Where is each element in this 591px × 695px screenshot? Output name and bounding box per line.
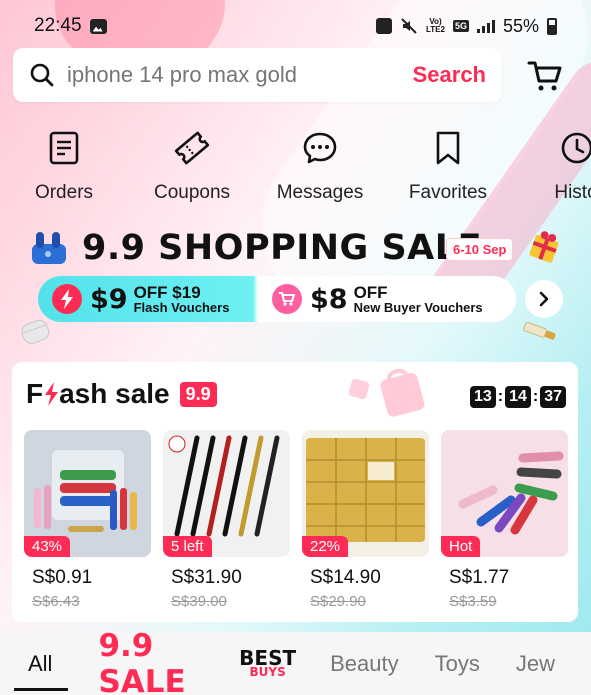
- status-bar: 22:45 Vo) LTE2 5G 55%: [0, 0, 591, 52]
- cosmetic-image: [523, 321, 556, 340]
- screen: 22:45 Vo)LTE2 5G 55% Search Orders Coupo…: [0, 0, 591, 695]
- product-image: Hot: [441, 430, 568, 557]
- product-card[interactable]: Hot S$1.77 S$3.59: [441, 430, 568, 610]
- tab-toys[interactable]: Toys: [435, 651, 480, 677]
- product-card[interactable]: 43% S$0.91 S$6.43: [24, 430, 151, 610]
- shortcut-history[interactable]: Histo: [512, 126, 591, 204]
- flash-sale-badge: 9.9: [179, 381, 217, 407]
- lightning-icon: [45, 382, 59, 406]
- orders-icon: [49, 131, 79, 165]
- category-tabs: All 9.9 SALE BEST BUYS Beauty Toys Jew: [0, 628, 591, 695]
- shopping-cart-icon: [272, 284, 302, 314]
- sale-dates-badge: 6-10 Sep: [446, 238, 514, 261]
- coupon-icon: [174, 131, 210, 165]
- product-original-price: S$39.00: [171, 593, 227, 610]
- shortcut-messages[interactable]: Messages: [256, 126, 384, 204]
- search-bar[interactable]: Search: [13, 48, 502, 102]
- flash-sale-card[interactable]: Fash sale 9.9 13: 14: 37 43% S$0.91 S$6.…: [12, 362, 578, 622]
- status-time: 22:45: [34, 15, 82, 36]
- tab-jewelry[interactable]: Jew: [516, 651, 555, 677]
- messages-icon: [303, 132, 337, 164]
- cart-icon[interactable]: [527, 58, 563, 94]
- product-card[interactable]: 22% S$14.90 S$29.90: [302, 430, 429, 610]
- status-icons: Vo) LTE2 5G 55%: [375, 15, 557, 37]
- tab-best-buys[interactable]: BEST BUYS: [239, 648, 296, 678]
- bookmark-icon: [436, 131, 460, 165]
- tab-all[interactable]: All: [13, 651, 70, 691]
- shortcut-label: Messages: [276, 182, 364, 203]
- flash-voucher-line1: OFF $19: [133, 283, 201, 302]
- shortcut-label: Coupons: [153, 182, 231, 203]
- history-icon: [561, 132, 591, 164]
- shortcut-coupons[interactable]: Coupons: [128, 126, 256, 204]
- shortcut-orders[interactable]: Orders: [0, 126, 128, 204]
- tab-9-9-sale[interactable]: 9.9 SALE: [98, 628, 203, 695]
- shortcut-label: Histo: [554, 182, 591, 203]
- product-tag: Hot: [441, 536, 481, 557]
- chevron-right-icon: [539, 291, 549, 307]
- earbuds-image: [32, 232, 66, 264]
- 5g-indicator: 5G: [452, 20, 469, 32]
- shortcut-favorites[interactable]: Favorites: [384, 126, 512, 204]
- new-buyer-voucher-amount: $8: [310, 283, 348, 315]
- search-icon: [30, 63, 54, 87]
- timer-minutes: 14: [505, 386, 531, 408]
- product-tag: 22%: [302, 536, 349, 557]
- product-image: 22%: [302, 430, 429, 557]
- product-original-price: S$6.43: [32, 593, 80, 610]
- new-buyer-voucher[interactable]: $8 OFF New Buyer Vouchers: [266, 284, 483, 315]
- gift-image: [529, 231, 559, 263]
- new-buyer-voucher-line1: OFF: [353, 283, 388, 302]
- shortcut-row: Orders Coupons Messages Favorites Histo: [0, 126, 591, 204]
- lightning-icon: [52, 284, 82, 314]
- flash-voucher-amount: $9: [90, 283, 128, 315]
- timer-seconds: 37: [540, 386, 567, 408]
- search-button[interactable]: Search: [413, 62, 486, 88]
- battery-percent: 55%: [502, 15, 539, 36]
- flash-sale-title: Fash sale 9.9: [26, 378, 217, 410]
- timer-hours: 13: [470, 386, 496, 408]
- product-price: S$0.91: [32, 567, 93, 588]
- volte-indicator: Vo) LTE2: [425, 17, 445, 34]
- product-price: S$14.90: [310, 567, 381, 588]
- product-list: 43% S$0.91 S$6.43 5 left S$31.90 S$39.00…: [24, 430, 568, 610]
- product-price: S$31.90: [171, 567, 242, 588]
- product-price: S$1.77: [449, 567, 510, 588]
- flash-voucher-line2: Flash Vouchers: [133, 300, 230, 315]
- signal-icon: [476, 19, 495, 33]
- product-card[interactable]: 5 left S$31.90 S$39.00: [163, 430, 290, 610]
- product-image: 43%: [24, 430, 151, 557]
- alarm-icon: [375, 18, 392, 34]
- product-original-price: S$3.59: [449, 593, 497, 610]
- voucher-next-button[interactable]: [525, 280, 563, 318]
- new-buyer-voucher-line2: New Buyer Vouchers: [353, 300, 483, 315]
- mute-icon: [401, 18, 417, 34]
- battery-icon: [547, 17, 557, 35]
- product-tag: 5 left: [163, 536, 212, 557]
- search-input[interactable]: [67, 62, 413, 88]
- tab-beauty[interactable]: Beauty: [330, 651, 399, 677]
- countdown-timer: 13: 14: 37: [470, 386, 567, 408]
- gallery-notification-icon: [89, 18, 107, 34]
- shopping-bag-decoration: [348, 368, 425, 417]
- flash-voucher[interactable]: $9 OFF $19 Flash Vouchers: [38, 284, 266, 315]
- product-tag: 43%: [24, 536, 71, 557]
- shortcut-label: Favorites: [408, 182, 488, 203]
- airpods-case-image: [21, 319, 50, 345]
- product-original-price: S$29.90: [310, 593, 366, 610]
- shortcut-label: Orders: [34, 182, 94, 203]
- product-image: 5 left: [163, 430, 290, 557]
- voucher-strip[interactable]: $9 OFF $19 Flash Vouchers $8 OFF New Buyer…: [38, 276, 516, 322]
- sale-title: 9.9 SHOPPING SALE: [82, 228, 482, 268]
